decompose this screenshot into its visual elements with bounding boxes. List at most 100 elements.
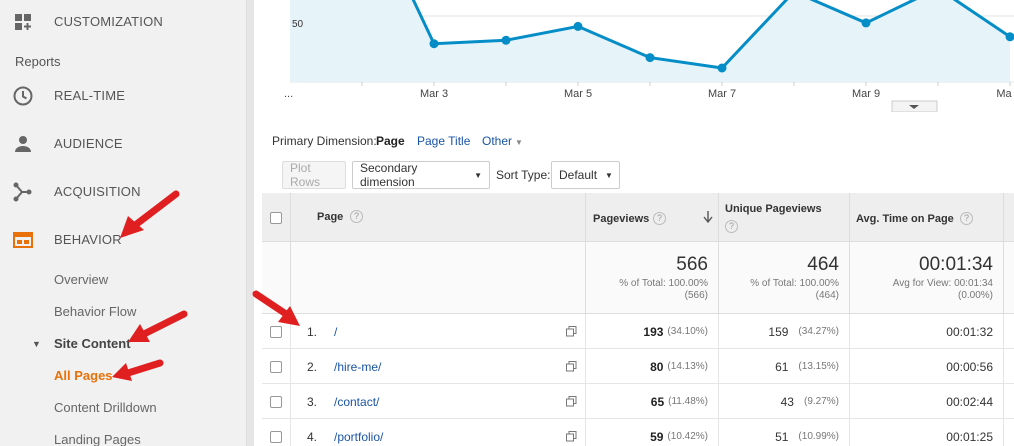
chart-y-tick-label: 50	[292, 19, 304, 30]
chart-point[interactable]	[717, 63, 727, 73]
avg-time-value: 00:02:44	[946, 394, 993, 409]
totals-pageviews: 566 % of Total: 100.00% (566)	[586, 242, 719, 314]
pageviews-cell: 80 (14.13%)	[586, 349, 719, 384]
help-icon[interactable]: ?	[960, 212, 973, 225]
open-in-new-window-icon[interactable]	[566, 326, 577, 337]
sort-type-dropdown[interactable]: Default ▼	[551, 161, 620, 189]
pageviews-percent: (14.13%)	[667, 361, 708, 372]
primary-dimension-other[interactable]: Other ▼	[482, 134, 523, 148]
avg-time-value: 00:01:25	[946, 429, 993, 444]
open-in-new-window-icon[interactable]	[566, 396, 577, 407]
nav-site-content[interactable]: Site Content	[54, 336, 131, 351]
chart-point[interactable]	[501, 35, 511, 45]
nav-label: AUDIENCE	[54, 135, 123, 151]
page-cell: 3. /contact/	[291, 384, 586, 419]
pageviews-percent: (34.10%)	[667, 326, 708, 337]
header-avg-time[interactable]: Avg. Time on Page ?	[850, 193, 1004, 242]
page-cell: 2. /hire-me/	[291, 349, 586, 384]
unique-value: 159	[768, 324, 789, 339]
page-link[interactable]: /hire-me/	[334, 360, 381, 374]
chart-collapse-handle[interactable]	[891, 100, 938, 112]
header-checkbox-cell	[262, 193, 291, 242]
secondary-dimension-dropdown[interactable]: Secondary dimension ▼	[352, 161, 490, 189]
table-row: 1. / 193 (34.10%) 159 (34.27%) 00:01:32	[262, 314, 1014, 349]
unique-percent: (9.27%)	[803, 396, 839, 407]
nav-label: CUSTOMIZATION	[54, 13, 164, 29]
table-row: 3. /contact/65 (11.48%) 43 (9.27%) 00:02:44	[262, 384, 1014, 419]
nav-overview[interactable]: Overview	[54, 272, 108, 287]
help-icon[interactable]: ?	[350, 210, 363, 223]
header-unique-pageviews[interactable]: Unique Pageviews ?	[719, 193, 850, 242]
avg-time-cell: 00:01:25	[850, 419, 1004, 446]
next-column-cell	[1004, 419, 1014, 446]
annotation-arrow-row-one	[252, 290, 300, 326]
nav-landing-pages[interactable]: Landing Pages	[54, 432, 141, 446]
row-checkbox[interactable]	[270, 360, 282, 373]
nav-real-time[interactable]: REAL-TIME	[0, 83, 246, 107]
row-index: 4.	[307, 429, 318, 444]
select-all-checkbox[interactable]	[270, 212, 282, 224]
unique-percent: (10.99%)	[798, 431, 839, 442]
nav-content-drilldown[interactable]: Content Drilldown	[54, 400, 157, 415]
open-in-new-window-icon[interactable]	[566, 361, 577, 372]
totals-value: 464	[807, 254, 839, 275]
totals-subtext: Avg for View: 00:01:34 (0.00%)	[892, 278, 993, 301]
page-link[interactable]: /	[334, 325, 337, 339]
sort-type-value: Default	[559, 168, 598, 182]
row-checkbox-cell	[262, 419, 291, 446]
unique-value: 51	[775, 429, 789, 444]
nav-customization[interactable]: CUSTOMIZATION	[0, 9, 246, 33]
pageviews-percent: (11.48%)	[668, 396, 708, 407]
chart-x-tick-label: ...	[284, 88, 293, 100]
header-label: Page	[317, 211, 344, 223]
unique-pageviews-cell: 43 (9.27%)	[719, 384, 850, 419]
row-checkbox-cell	[262, 384, 291, 419]
header-label: Unique Pageviews	[725, 203, 822, 215]
nav-all-pages[interactable]: All Pages	[54, 368, 113, 383]
secondary-dimension-label: Secondary dimension	[360, 161, 418, 189]
avg-time-cell: 00:00:56	[850, 349, 1004, 384]
pageviews-value: 65	[650, 394, 665, 409]
primary-dimension-page-title[interactable]: Page Title	[417, 134, 470, 148]
chart-point[interactable]	[573, 21, 583, 31]
totals-next-column	[1004, 242, 1014, 314]
chart-x-tick-label: Mar 5	[564, 88, 592, 100]
primary-dimension-selected[interactable]: Page	[376, 134, 405, 148]
plot-rows-button[interactable]: Plot Rows	[282, 161, 346, 189]
chart-area-fill	[290, 0, 1010, 82]
table-row: 2. /hire-me/80 (14.13%) 61 (13.15%) 00:00:56	[262, 349, 1014, 384]
open-in-new-window-icon[interactable]	[566, 431, 577, 442]
unique-pageviews-cell: 159 (34.27%)	[719, 314, 850, 349]
totals-value: 00:01:34	[919, 254, 993, 275]
clock-icon	[13, 86, 33, 106]
row-index: 2.	[307, 359, 318, 374]
header-label: Avg. Time on Page	[856, 213, 954, 225]
nav-audience[interactable]: AUDIENCE	[0, 131, 246, 155]
annotation-arrow-site-content	[128, 310, 188, 342]
page-link[interactable]: /portfolio/	[334, 430, 383, 444]
chart-point[interactable]	[861, 18, 871, 28]
sort-descending-icon[interactable]	[703, 211, 713, 223]
page-link[interactable]: /contact/	[334, 395, 379, 409]
chart-point[interactable]	[429, 39, 439, 49]
row-index: 3.	[307, 394, 318, 409]
row-checkbox[interactable]	[270, 430, 282, 443]
help-icon[interactable]: ?	[653, 212, 666, 225]
person-icon	[15, 136, 31, 152]
pageviews-percent: (10.42%)	[667, 431, 708, 442]
help-icon[interactable]: ?	[725, 220, 738, 233]
dashboard-grid-icon	[15, 14, 31, 30]
row-checkbox[interactable]	[270, 395, 282, 408]
avg-time-cell: 00:01:32	[850, 314, 1004, 349]
next-column-cell	[1004, 384, 1014, 419]
chart-point[interactable]	[645, 53, 655, 63]
header-pageviews[interactable]: Pageviews ?	[586, 193, 719, 242]
pageviews-value: 59	[650, 429, 664, 444]
avg-time-value: 00:01:32	[946, 324, 993, 339]
header-page[interactable]: Page ?	[291, 193, 586, 242]
chart-x-tick-labels: ... Mar 3 Mar 5 Mar 7 Mar 9 Ma	[284, 88, 1013, 100]
acquisition-icon	[13, 182, 32, 202]
sort-type-label: Sort Type:	[496, 168, 551, 182]
unique-percent: (34.27%)	[798, 326, 839, 337]
expand-caret-icon[interactable]: ▼	[32, 339, 41, 349]
